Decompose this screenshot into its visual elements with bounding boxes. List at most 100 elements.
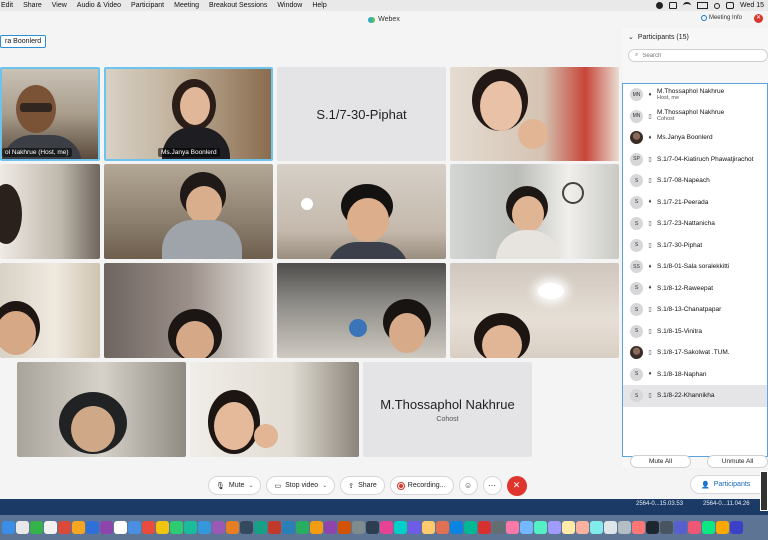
participant-list[interactable]: MN ♦ M.Thossaphol Nakhrue Host, me MN ▯ M.Thos…: [622, 83, 768, 457]
recording-button[interactable]: Recording...: [389, 476, 454, 495]
participant-row[interactable]: S ♦ S.1/8-12-Raweepat: [623, 278, 767, 300]
video-tile-7[interactable]: [277, 164, 446, 259]
dock-app-icon[interactable]: [268, 521, 281, 534]
participant-row[interactable]: S ▯ S.1/7-08-Napeach: [623, 170, 767, 192]
menu-meeting[interactable]: Meeting: [169, 2, 204, 9]
participant-row[interactable]: S ♦ S.1/7-21-Peerada: [623, 192, 767, 214]
search-input[interactable]: [642, 52, 753, 59]
search-icon[interactable]: [714, 2, 720, 9]
dock-app-icon[interactable]: [16, 521, 29, 534]
end-call-button[interactable]: ✕: [506, 475, 527, 496]
dock-app-icon[interactable]: [352, 521, 365, 534]
video-tile-12[interactable]: [450, 263, 619, 358]
participant-row[interactable]: MN ▯ M.Thossaphol Nakhrue Cohost: [623, 106, 767, 128]
menu-share[interactable]: Share: [18, 2, 47, 9]
webex-status-icon[interactable]: [656, 2, 663, 9]
dock-app-icon[interactable]: [72, 521, 85, 534]
menu-clock[interactable]: Wed 15: [740, 2, 764, 9]
dock-app-icon[interactable]: [324, 521, 337, 534]
participant-row[interactable]: SS ♦ S.1/8-01-Sala soralekkitti: [623, 256, 767, 278]
dock-app-icon[interactable]: [212, 521, 225, 534]
dock-app-icon[interactable]: [520, 521, 533, 534]
dock-app-icon[interactable]: [506, 521, 519, 534]
dock-app-icon[interactable]: [58, 521, 71, 534]
participant-row[interactable]: S ▯ S.1/7-23-Nattanicha: [623, 213, 767, 235]
participant-row[interactable]: S ▯ S.1/8-13-Chanatpapar: [623, 299, 767, 321]
dock-app-icon[interactable]: [44, 521, 57, 534]
dock-app-icon[interactable]: [338, 521, 351, 534]
menu-help[interactable]: Help: [307, 2, 331, 9]
more-options-button[interactable]: ⋯: [482, 476, 502, 495]
desktop-file-2[interactable]: 2564-0...11.04.26: [703, 501, 750, 507]
video-tile-6[interactable]: [104, 164, 273, 259]
participant-row[interactable]: ♦ Ms.Janya Boonlerd: [623, 127, 767, 149]
video-tile-host[interactable]: ol Nakhrue (Host, me): [0, 67, 100, 161]
dock-app-icon[interactable]: [562, 521, 575, 534]
dock-app-icon[interactable]: [184, 521, 197, 534]
menu-edit[interactable]: Edit: [0, 2, 18, 9]
participant-row[interactable]: SP ▯ S.1/7-04-Kiatiruch Phawatjirachot: [623, 149, 767, 171]
dock-app-icon[interactable]: [478, 521, 491, 534]
dock-app-icon[interactable]: [702, 521, 715, 534]
menu-view[interactable]: View: [47, 2, 72, 9]
dock-app-icon[interactable]: [450, 521, 463, 534]
unmute-all-button[interactable]: Unmute All: [707, 455, 768, 468]
dock-app-icon[interactable]: [226, 521, 239, 534]
chevron-down-icon[interactable]: ⌄: [628, 33, 634, 41]
mute-button[interactable]: 🎙 Mute ⌄: [208, 476, 262, 495]
dock-app-icon[interactable]: [660, 521, 673, 534]
video-tile-8[interactable]: [450, 164, 619, 259]
video-tile-piphat[interactable]: S.1/7-30-Piphat: [277, 67, 446, 161]
video-tile-14[interactable]: [190, 362, 359, 457]
menu-audio-video[interactable]: Audio & Video: [72, 2, 126, 9]
participant-search[interactable]: ⌕: [628, 49, 768, 62]
video-tile-13[interactable]: [17, 362, 186, 457]
dock-app-icon[interactable]: [716, 521, 729, 534]
menu-breakout-sessions[interactable]: Breakout Sessions: [204, 2, 272, 9]
dock-app-icon[interactable]: [422, 521, 435, 534]
close-icon[interactable]: ✕: [754, 14, 763, 23]
video-tile-5[interactable]: [0, 164, 100, 259]
video-tile-10[interactable]: [104, 263, 273, 358]
dock-app-icon[interactable]: [366, 521, 379, 534]
self-view-thumbnail[interactable]: [760, 471, 768, 511]
battery-icon[interactable]: [697, 2, 708, 9]
menu-window[interactable]: Window: [272, 2, 307, 9]
reactions-button[interactable]: ☺: [458, 476, 478, 495]
video-tile-janya[interactable]: Ms.Janya Boonlerd: [104, 67, 273, 161]
dock-app-icon[interactable]: [380, 521, 393, 534]
video-tile-thossaphol[interactable]: M.Thossaphol Nakhrue Cohost: [363, 362, 532, 457]
dock-app-icon[interactable]: [688, 521, 701, 534]
participant-row[interactable]: ▯ S.1/8-17-Sakolwat .TUM.: [623, 342, 767, 364]
dock-app-icon[interactable]: [590, 521, 603, 534]
dock-app-icon[interactable]: [2, 521, 15, 534]
dock-app-icon[interactable]: [576, 521, 589, 534]
dock-app-icon[interactable]: [142, 521, 155, 534]
participant-row[interactable]: S ♦ S.1/8-18-Naphan: [623, 364, 767, 386]
meeting-info-button[interactable]: Meeting Info: [700, 15, 742, 21]
dock-app-icon[interactable]: [618, 521, 631, 534]
dock-app-icon[interactable]: [492, 521, 505, 534]
dock-app-icon[interactable]: [100, 521, 113, 534]
dock-app-icon[interactable]: [240, 521, 253, 534]
dock-app-icon[interactable]: [128, 521, 141, 534]
video-tile-9[interactable]: [0, 263, 100, 358]
dock-app-icon[interactable]: [156, 521, 169, 534]
dock-app-icon[interactable]: [296, 521, 309, 534]
wifi-icon[interactable]: [683, 2, 691, 9]
dock-app-icon[interactable]: [730, 521, 743, 534]
dock-app-icon[interactable]: [646, 521, 659, 534]
stop-video-button[interactable]: ▭ Stop video ⌄: [266, 476, 336, 495]
dock-app-icon[interactable]: [86, 521, 99, 534]
dock-app-icon[interactable]: [198, 521, 211, 534]
mute-all-button[interactable]: Mute All: [630, 455, 691, 468]
dock-app-icon[interactable]: [408, 521, 421, 534]
dock-app-icon[interactable]: [310, 521, 323, 534]
menu-participant[interactable]: Participant: [126, 2, 169, 9]
dock-app-icon[interactable]: [604, 521, 617, 534]
share-button[interactable]: ⇪ Share: [340, 476, 385, 495]
desktop-file-1[interactable]: 2564-0...15.03.53: [636, 501, 683, 507]
dock-app-icon[interactable]: [534, 521, 547, 534]
participant-row[interactable]: MN ♦ M.Thossaphol Nakhrue Host, me: [623, 84, 767, 106]
control-center-icon[interactable]: [726, 2, 734, 9]
